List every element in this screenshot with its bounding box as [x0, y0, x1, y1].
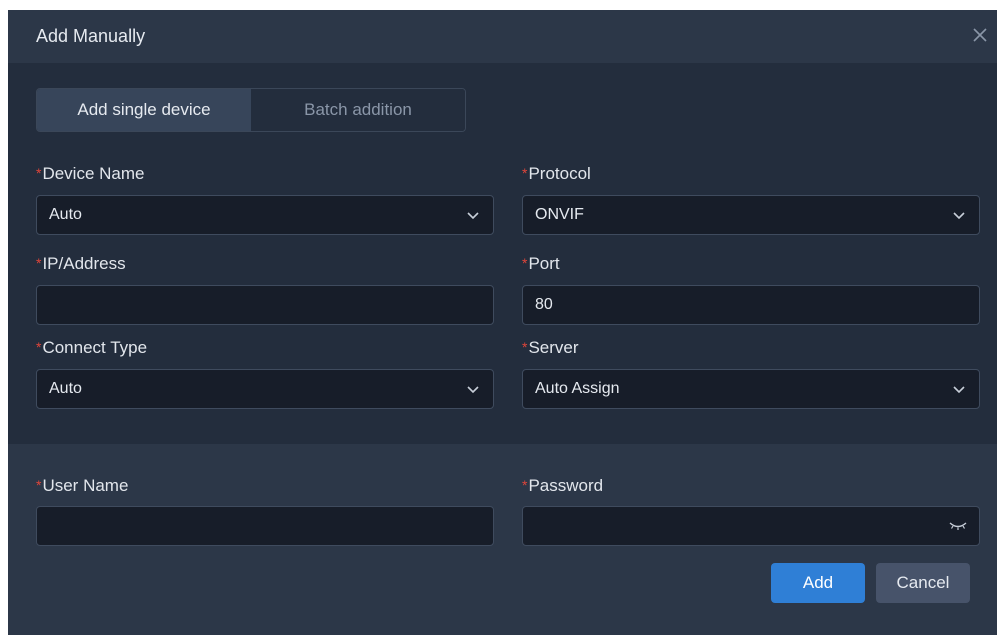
device-name-select[interactable]: Auto	[36, 195, 494, 235]
tab-add-single-device[interactable]: Add single device	[37, 89, 251, 131]
port-field[interactable]	[522, 285, 980, 325]
tab-batch-addition[interactable]: Batch addition	[251, 89, 465, 131]
user-name-input[interactable]	[49, 517, 493, 535]
connect-type-value: Auto	[49, 380, 82, 397]
chevron-down-icon	[953, 210, 965, 220]
protocol-label: *Protocol	[522, 164, 591, 183]
ip-address-input[interactable]	[49, 296, 493, 314]
password-label: *Password	[522, 476, 604, 495]
dialog-title: Add Manually	[36, 26, 146, 46]
device-name-value: Auto	[49, 206, 82, 223]
required-marker: *	[522, 339, 528, 355]
device-name-label: *Device Name	[36, 164, 145, 183]
cancel-button[interactable]: Cancel	[876, 563, 970, 603]
user-name-label: *User Name	[36, 476, 129, 495]
required-marker: *	[522, 165, 528, 181]
close-icon[interactable]	[971, 26, 989, 44]
password-input[interactable]	[535, 517, 979, 535]
eye-closed-icon[interactable]	[949, 520, 967, 532]
required-marker: *	[36, 165, 42, 181]
protocol-select[interactable]: ONVIF	[522, 195, 980, 235]
chevron-down-icon	[953, 384, 965, 394]
port-input[interactable]	[535, 296, 979, 314]
ip-address-field[interactable]	[36, 285, 494, 325]
add-mode-tabs: Add single device Batch addition	[36, 88, 466, 132]
user-name-field[interactable]	[36, 506, 494, 546]
password-field[interactable]	[522, 506, 980, 546]
server-label: *Server	[522, 338, 579, 357]
connect-type-select[interactable]: Auto	[36, 369, 494, 409]
required-marker: *	[522, 255, 528, 271]
port-label: *Port	[522, 254, 560, 273]
ip-address-label: *IP/Address	[36, 254, 126, 273]
required-marker: *	[36, 339, 42, 355]
server-select[interactable]: Auto Assign	[522, 369, 980, 409]
protocol-value: ONVIF	[535, 206, 584, 223]
required-marker: *	[522, 477, 528, 493]
required-marker: *	[36, 477, 42, 493]
chevron-down-icon	[467, 210, 479, 220]
required-marker: *	[36, 255, 42, 271]
chevron-down-icon	[467, 384, 479, 394]
dialog-header: Add Manually	[8, 10, 997, 63]
server-value: Auto Assign	[535, 380, 620, 397]
add-button[interactable]: Add	[771, 563, 865, 603]
connect-type-label: *Connect Type	[36, 338, 148, 357]
